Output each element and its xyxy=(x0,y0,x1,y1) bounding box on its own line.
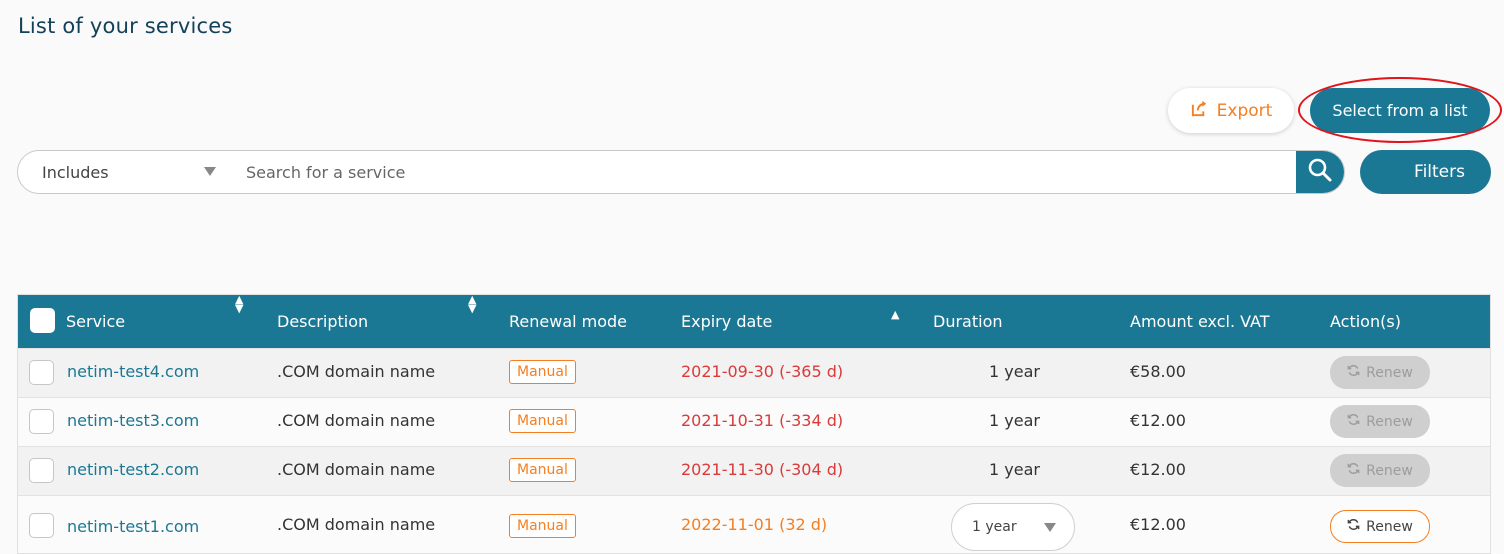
row-checkbox[interactable] xyxy=(29,409,54,434)
duration-value: 1 year xyxy=(989,460,1040,479)
page-title: List of your services xyxy=(18,14,233,38)
duration-value: 1 year xyxy=(989,411,1040,430)
select-from-list-button[interactable]: Select from a list xyxy=(1310,88,1490,133)
header-duration: Duration xyxy=(933,312,1003,331)
refresh-icon xyxy=(1347,462,1360,479)
service-description: .COM domain name xyxy=(277,515,436,534)
service-link[interactable]: netim-test1.com xyxy=(67,517,199,536)
export-button[interactable]: Export xyxy=(1168,88,1294,133)
renew-label: Renew xyxy=(1366,364,1413,381)
header-expiry-date: Expiry date xyxy=(681,312,773,331)
duration-select-value: 1 year xyxy=(972,519,1017,535)
header-service: Service xyxy=(66,312,126,331)
table-row: netim-test4.com .COM domain name Manual … xyxy=(18,348,1490,397)
table-header: Service ▲ ▼ Description ▲ ▼ Renewal mode E… xyxy=(18,294,1490,348)
services-table: Service ▲ ▼ Description ▲ ▼ Renewal mode E… xyxy=(17,294,1491,554)
renew-button[interactable]: Renew xyxy=(1330,510,1430,543)
renewal-mode-badge: Manual xyxy=(509,458,576,482)
service-link[interactable]: netim-test3.com xyxy=(67,411,199,430)
sort-icon[interactable]: ▲ ▼ xyxy=(468,294,476,348)
expiry-date: 2021-09-30 (-365 d) xyxy=(681,362,844,381)
export-icon xyxy=(1190,99,1209,123)
table-row: netim-test3.com .COM domain name Manual … xyxy=(18,397,1490,446)
renew-label: Renew xyxy=(1366,413,1413,430)
amount-value: €58.00 xyxy=(1130,362,1186,381)
renewal-mode-badge: Manual xyxy=(509,360,576,384)
service-description: .COM domain name xyxy=(277,460,436,479)
service-description: .COM domain name xyxy=(277,362,436,381)
renewal-mode-badge: Manual xyxy=(509,409,576,433)
table-row: netim-test2.com .COM domain name Manual … xyxy=(18,446,1490,495)
renew-label: Renew xyxy=(1366,462,1413,479)
search-icon xyxy=(1307,157,1333,187)
search-button[interactable] xyxy=(1296,151,1344,193)
duration-select[interactable]: 1 year xyxy=(951,503,1075,551)
duration-value: 1 year xyxy=(989,362,1040,381)
sort-ascending-icon[interactable]: ▲ xyxy=(891,288,899,341)
renew-label: Renew xyxy=(1366,518,1413,535)
search-mode-select[interactable]: Includes xyxy=(18,151,230,193)
refresh-icon xyxy=(1347,413,1360,430)
refresh-icon xyxy=(1347,518,1360,535)
renew-button[interactable]: Renew xyxy=(1330,454,1430,487)
select-all-checkbox[interactable] xyxy=(30,308,55,333)
chevron-down-icon xyxy=(1044,523,1056,532)
sort-icon[interactable]: ▲ ▼ xyxy=(235,294,243,348)
service-description: .COM domain name xyxy=(277,411,436,430)
row-checkbox[interactable] xyxy=(29,458,54,483)
row-checkbox[interactable] xyxy=(29,513,54,538)
expiry-date: 2021-11-30 (-304 d) xyxy=(681,460,844,479)
search-bar: Includes xyxy=(17,150,1345,194)
search-mode-value: Includes xyxy=(42,162,109,182)
header-renewal-mode: Renewal mode xyxy=(509,312,628,331)
amount-value: €12.00 xyxy=(1130,411,1186,430)
amount-value: €12.00 xyxy=(1130,460,1186,479)
header-actions: Action(s) xyxy=(1330,312,1401,331)
expiry-date: 2021-10-31 (-334 d) xyxy=(681,411,844,430)
renew-button[interactable]: Renew xyxy=(1330,405,1430,438)
row-checkbox[interactable] xyxy=(29,360,54,385)
service-link[interactable]: netim-test2.com xyxy=(67,460,199,479)
table-row: netim-test1.com .COM domain name Manual … xyxy=(18,495,1490,553)
expiry-date: 2022-11-01 (32 d) xyxy=(681,515,828,534)
refresh-icon xyxy=(1347,364,1360,381)
filters-button[interactable]: Filters xyxy=(1360,150,1491,194)
header-description: Description xyxy=(277,312,369,331)
service-link[interactable]: netim-test4.com xyxy=(67,362,199,381)
renew-button[interactable]: Renew xyxy=(1330,356,1430,389)
chevron-down-icon xyxy=(204,167,216,176)
header-amount: Amount excl. VAT xyxy=(1130,312,1270,331)
export-label: Export xyxy=(1216,100,1273,121)
search-input[interactable] xyxy=(230,151,1296,193)
amount-value: €12.00 xyxy=(1130,515,1186,534)
renewal-mode-badge: Manual xyxy=(509,514,576,538)
